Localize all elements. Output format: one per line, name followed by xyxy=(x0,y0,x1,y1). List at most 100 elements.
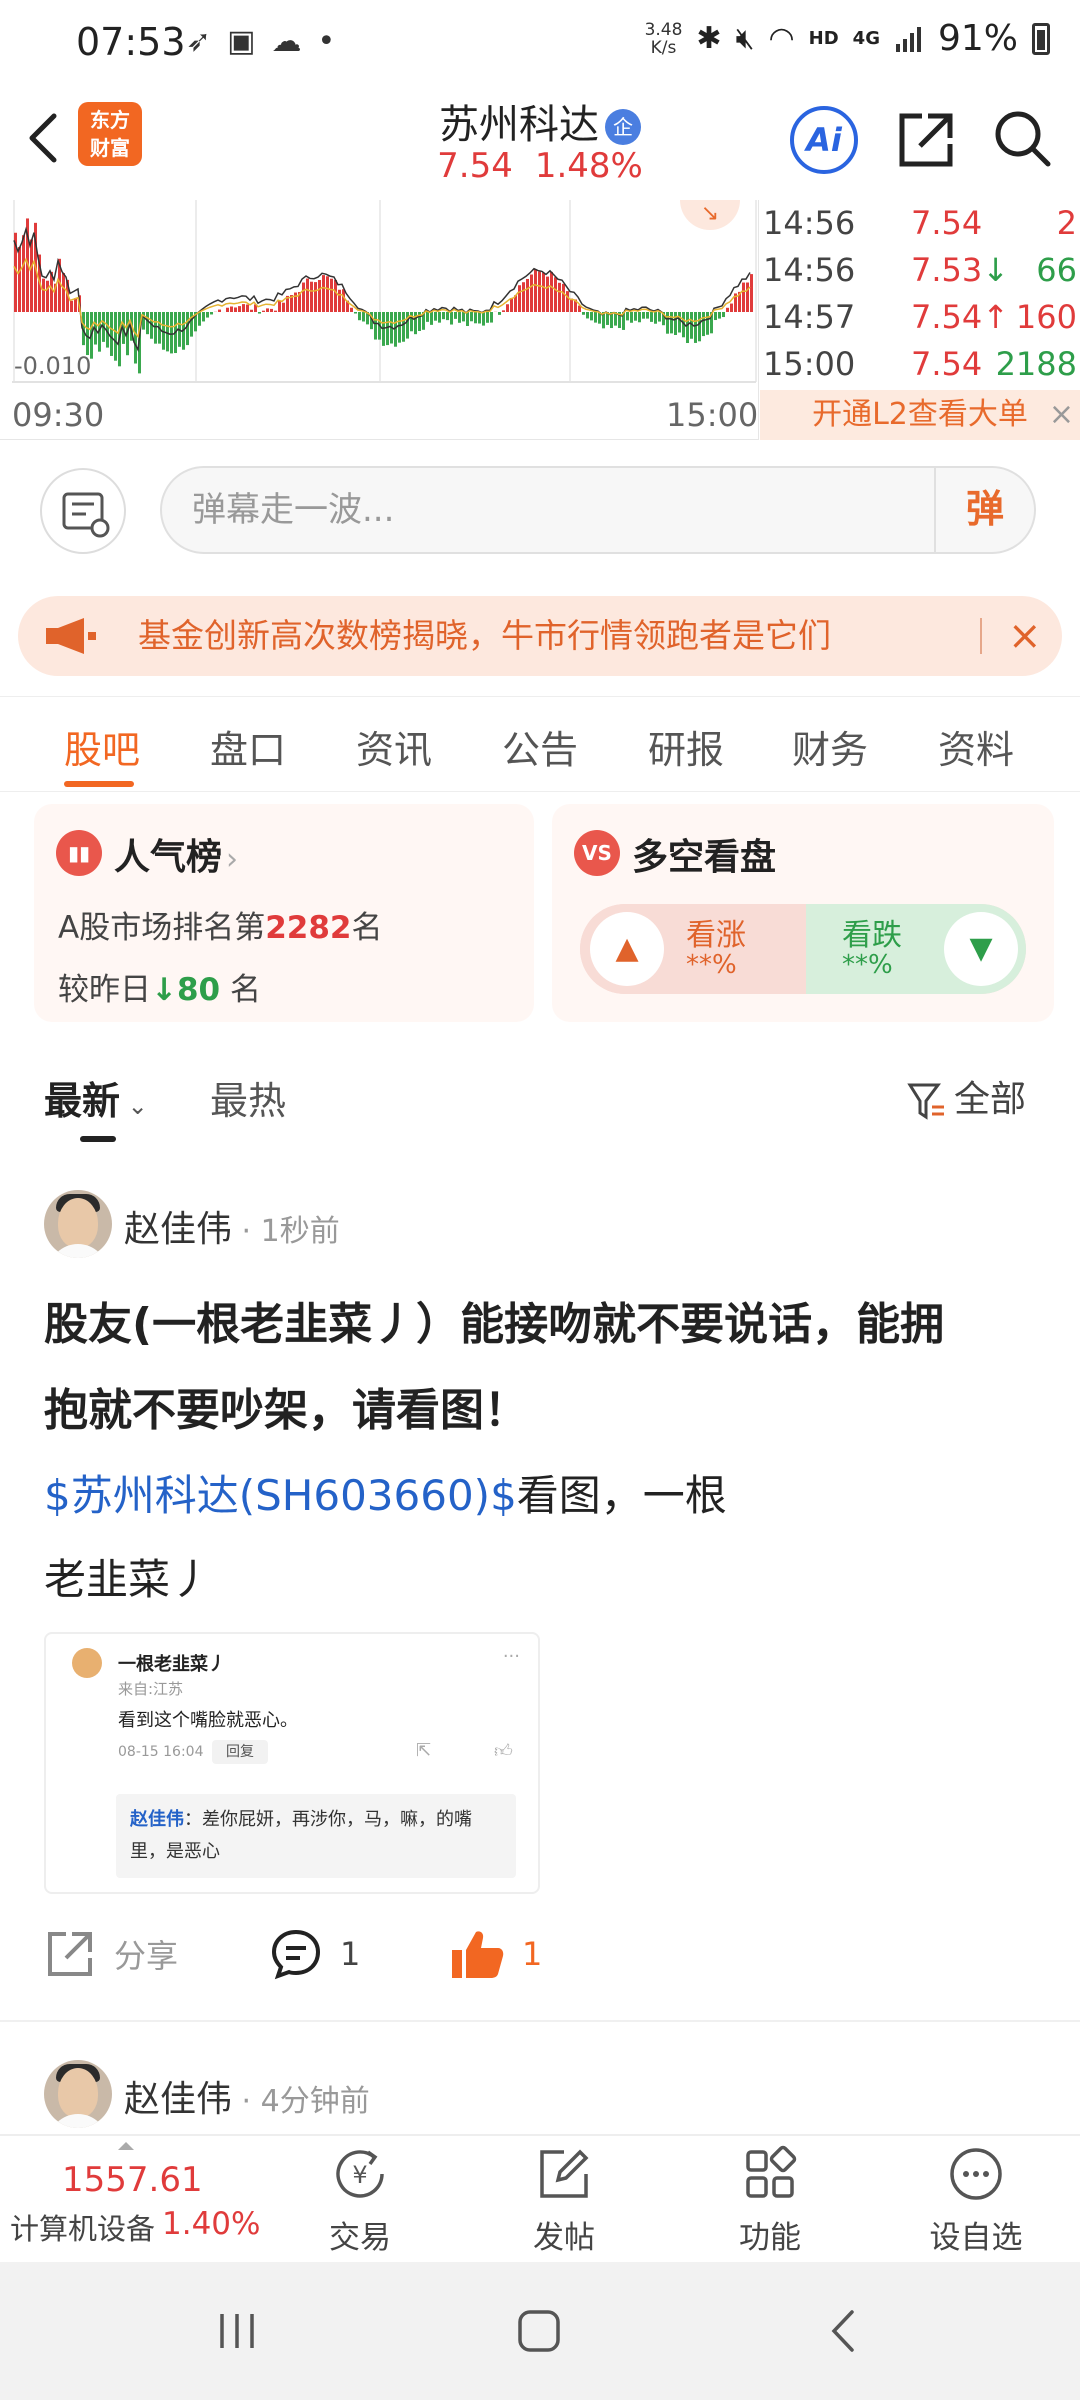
volume-bar xyxy=(474,312,477,324)
nav-post[interactable]: 发帖 xyxy=(494,2144,634,2264)
l2-upgrade-button[interactable]: 开通L2查看大单 × xyxy=(760,390,1080,440)
volume-bar xyxy=(554,277,557,312)
volume-bar xyxy=(314,282,317,312)
volume-bar xyxy=(454,312,457,319)
volume-bar xyxy=(658,312,661,322)
share-icon xyxy=(48,1932,92,1976)
volume-bar xyxy=(726,307,729,312)
post-image[interactable]: 一根老韭菜丿 ··· 来自:江苏 看到这个嘴脸就恶心。 08-15 16:04 … xyxy=(44,1632,540,1894)
volume-bar xyxy=(238,306,241,312)
stock-header: 东方 财富 苏州科达企 7.54 1.48% Ai xyxy=(0,80,1080,200)
volume-bar xyxy=(226,307,229,312)
nav-add-watchlist[interactable]: 设自选 xyxy=(906,2144,1046,2264)
volume-bar xyxy=(686,312,689,344)
tab-6[interactable]: 资料 xyxy=(938,719,1014,774)
close-icon[interactable]: × xyxy=(1008,612,1042,660)
volume-bar xyxy=(542,272,545,312)
popularity-card[interactable]: ▮▮ 人气榜 › A股市场排名第2282名 较昨日↓80 名 xyxy=(34,804,534,1022)
avatar[interactable] xyxy=(44,2060,112,2128)
like-button[interactable]: 1 xyxy=(450,1928,542,1980)
share-icon[interactable] xyxy=(894,108,958,172)
bullish-button[interactable]: ▲ 看涨 **% xyxy=(580,904,800,994)
nav-trade[interactable]: ¥ 交易 xyxy=(290,2144,430,2264)
author-name[interactable]: 赵佳伟 xyxy=(124,1209,232,1250)
comment-button[interactable]: 1 xyxy=(270,1928,360,1980)
volume-bar xyxy=(318,280,321,312)
volume-bar xyxy=(398,312,401,343)
post-body: $苏州科达(SH603660)$看图，一根 老韭菜丿 xyxy=(44,1471,727,1604)
popularity-rank: A股市场排名第2282名 xyxy=(58,910,383,946)
volume-bar xyxy=(670,312,673,334)
home-icon[interactable] xyxy=(514,2306,564,2356)
volume-bar xyxy=(594,312,597,323)
volume-bar xyxy=(642,312,645,319)
volume-bar xyxy=(190,312,193,337)
feather-app-icon: ➶ xyxy=(186,24,212,59)
tab-5[interactable]: 财务 xyxy=(792,719,868,774)
tab-4[interactable]: 研报 xyxy=(648,719,724,774)
volume-bar xyxy=(558,282,561,312)
y-axis-label: -0.010 xyxy=(14,352,92,380)
svg-text:¥: ¥ xyxy=(352,2161,367,2189)
volume-bar xyxy=(166,312,169,352)
volume-bar xyxy=(538,271,541,312)
recents-icon[interactable] xyxy=(212,2306,262,2356)
volume-bar xyxy=(510,297,513,312)
post-time: · 1秒前 xyxy=(232,1214,340,1249)
intraday-chart[interactable]: -0.010 09:30 15:00 ↘ 14:56 7.54 2 14:56 7.53… xyxy=(0,200,1080,440)
stock-link[interactable]: $苏州科达(SH603660)$ xyxy=(44,1471,517,1520)
volume-bar xyxy=(462,312,465,322)
post-actions: 分享 1 1 xyxy=(0,1922,1080,1992)
back-icon[interactable] xyxy=(820,2306,870,2356)
ai-assistant-button[interactable]: Ai xyxy=(790,106,858,174)
tab-3[interactable]: 公告 xyxy=(502,719,578,774)
author-name[interactable]: 赵佳伟 xyxy=(124,2079,232,2120)
volume-bar xyxy=(262,310,265,312)
nav-features[interactable]: 功能 xyxy=(700,2144,840,2264)
volume-bar xyxy=(450,312,453,325)
share-button[interactable]: 分享 xyxy=(44,1928,178,1980)
volume-bar xyxy=(626,312,629,321)
tab-1[interactable]: 盘口 xyxy=(210,719,286,774)
sort-latest-tab[interactable]: 最新 ⌄ xyxy=(44,1070,148,1125)
volume-bar xyxy=(110,312,113,356)
bullet-settings-icon[interactable] xyxy=(40,468,126,554)
sector-index[interactable]: 1557.61 计算机设备 1.40% xyxy=(0,2136,260,2264)
android-nav-bar xyxy=(0,2262,1080,2400)
volume-bar xyxy=(330,278,333,312)
bullet-toggle-button[interactable]: 弹 xyxy=(934,466,1034,554)
tick-price: 7.53↓ xyxy=(911,251,1010,289)
megaphone-icon xyxy=(46,618,96,654)
post-title[interactable]: 股友(一根老韭菜丿）能接吻就不要说话，能拥 抱就不要吵架，请看图！ xyxy=(44,1282,1044,1454)
volume-bar xyxy=(506,304,509,312)
close-icon[interactable]: × xyxy=(1049,390,1074,440)
signal-label: 4G xyxy=(852,28,880,49)
down-triangle-icon: ▼ xyxy=(944,912,1018,986)
tab-2[interactable]: 资讯 xyxy=(356,719,432,774)
volume-bar xyxy=(42,278,45,312)
volume-bar xyxy=(334,279,337,312)
volume-bar xyxy=(714,312,717,321)
volume-bar xyxy=(354,312,357,314)
volume-bar xyxy=(442,312,445,320)
bluetooth-icon: ✱ xyxy=(696,21,722,56)
search-icon[interactable] xyxy=(990,106,1054,170)
tab-0[interactable]: 股吧 xyxy=(64,719,140,774)
volume-bar xyxy=(654,312,657,324)
volume-bar xyxy=(18,247,21,312)
quoted-reply: 赵佳伟：差你屁妍，再涉你，马，嘛，的嘴里，是恶心 xyxy=(116,1794,516,1878)
volume-bar xyxy=(590,312,593,321)
volume-bar xyxy=(218,309,221,312)
sort-hot-tab[interactable]: 最热 xyxy=(210,1070,286,1125)
bearish-button[interactable]: 看跌 **% ▼ xyxy=(806,904,1026,994)
avatar[interactable] xyxy=(44,1190,112,1258)
yen-cycle-icon: ¥ xyxy=(336,2150,384,2198)
volume-bar xyxy=(342,289,345,312)
volume-bar xyxy=(270,308,273,312)
volume-bar xyxy=(534,269,537,312)
filter-button[interactable]: 全部 xyxy=(906,1070,1026,1122)
bullet-comment-input[interactable]: 弹幕走一波... 弹 xyxy=(160,466,1036,554)
promo-banner[interactable]: 基金创新高次数榜揭晓，牛市行情领跑者是它们 × xyxy=(18,596,1062,676)
volume-bar xyxy=(634,312,637,321)
volume-bar xyxy=(430,312,433,325)
